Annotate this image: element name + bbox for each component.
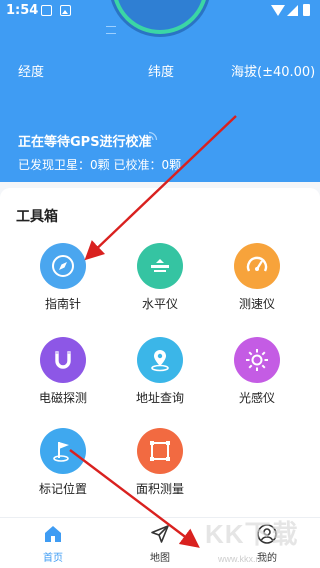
watermark-url: www.kkx.net [218,554,269,564]
battery-icon [303,4,310,16]
tool-label: 面积测量 [135,482,184,496]
status-bar: 1:54 [0,0,320,24]
image-notification-icon [60,5,71,16]
tool-area-measure[interactable]: 面积测量 [120,428,200,498]
header-panel: 1:54 经度 纬度 海拔(±40.00) 正在等待GPS进行校准 已发现卫星：… [0,0,320,182]
menu-lines-icon [106,26,116,34]
tool-label: 测速仪 [238,297,275,311]
gps-satellite-stats: 已发现卫星：0颗 已校准：0颗 [18,158,182,172]
tool-label: 光感仪 [238,391,275,405]
nav-label: 地图 [150,553,170,564]
tool-label: 标记位置 [38,482,87,496]
level-icon [137,243,183,289]
home-icon [45,526,61,542]
status-time: 1:54 [6,3,39,18]
watermark-logo: KK下载 [205,519,299,549]
speedometer-icon [234,243,280,289]
tool-level[interactable]: 水平仪 [120,243,200,313]
tool-label: 地址查询 [135,391,184,405]
tool-mark-location[interactable]: 标记位置 [23,428,103,498]
nav-label: 首页 [43,553,63,564]
altitude-label: 海拔(±40.00) [231,65,316,80]
signal-waves-icon [148,131,158,141]
tool-label: 指南针 [44,297,81,311]
nav-home[interactable]: 首页 [23,524,83,564]
flag-icon [40,428,86,474]
tool-label: 水平仪 [141,297,178,311]
signal-icon [287,5,298,16]
tool-magnet[interactable]: 电磁探测 [23,337,103,407]
toolbox-title: 工具箱 [16,209,58,225]
sun-icon [234,337,280,383]
longitude-label: 经度 [18,65,45,80]
tool-speedometer[interactable]: 测速仪 [217,243,297,313]
gps-status-title: 正在等待GPS进行校准 [18,135,152,150]
tool-label: 电磁探测 [38,391,87,405]
send-icon [151,525,169,543]
magnet-icon [40,337,86,383]
compass-icon [40,243,86,289]
tool-compass[interactable]: 指南针 [23,243,103,313]
nav-map[interactable]: 地图 [130,524,190,564]
latitude-label: 纬度 [148,65,175,80]
notification-icon [41,5,52,16]
tool-address-lookup[interactable]: 地址查询 [120,337,200,407]
area-icon [137,428,183,474]
tool-light-meter[interactable]: 光感仪 [217,337,297,407]
wifi-icon [271,5,285,16]
location-pin-icon [137,337,183,383]
